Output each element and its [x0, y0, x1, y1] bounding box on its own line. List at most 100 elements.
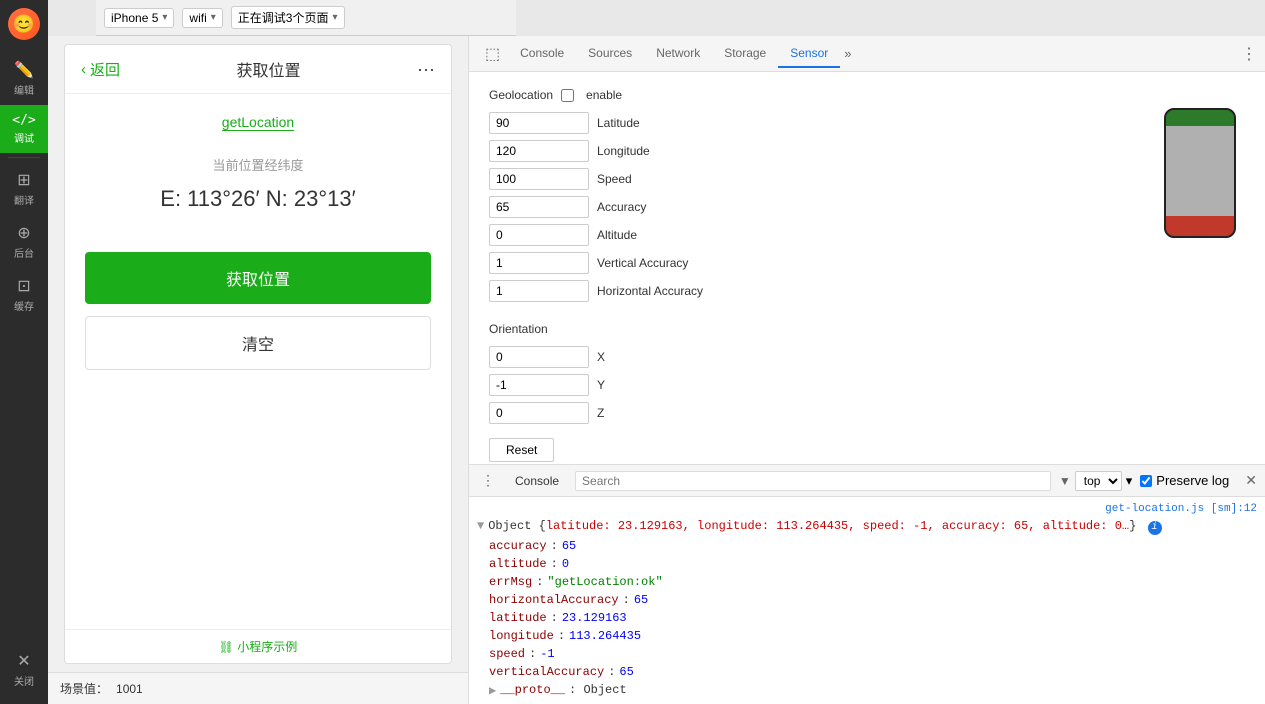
x-input[interactable] — [489, 346, 589, 368]
main-area: iPhone 5 ▾ wifi ▾ 正在调试3个页面 ▾ ‹ 返回 获取位置 — [48, 0, 1265, 704]
filter-icon: ▼ — [1059, 474, 1071, 488]
console-close-button[interactable]: ✕ — [1245, 472, 1257, 489]
z-row: Z — [489, 402, 1115, 424]
longitude-label: Longitude — [597, 144, 697, 158]
log-altitude: altitude: 0 — [469, 555, 1265, 573]
y-row: Y — [489, 374, 1115, 396]
phone-visual-body — [1164, 108, 1236, 238]
speed-input[interactable] — [489, 168, 589, 190]
console-toolbar: ⋮ Console ▼ top ▾ Preserve log ✕ — [469, 465, 1265, 497]
log-proto: ▶ __proto__: Object — [469, 681, 1265, 700]
phone-visual-bottom — [1166, 216, 1234, 236]
get-location-button[interactable]: 获取位置 — [85, 252, 431, 304]
debug-icon: </> — [12, 113, 35, 128]
console-menu-icon[interactable]: ⋮ — [477, 470, 499, 491]
top-filter-select[interactable]: top — [1075, 471, 1122, 491]
y-label: Y — [597, 378, 697, 392]
log-expand-arrow[interactable]: ▼ — [477, 519, 484, 533]
network-label: wifi — [189, 11, 206, 25]
sidebar-item-cache[interactable]: ⊡ 缓存 — [0, 268, 48, 321]
sidebar-item-label: 关闭 — [14, 673, 34, 688]
devtools-kebab-icon[interactable]: ⋮ — [1241, 46, 1257, 63]
back-button[interactable]: ‹ 返回 — [81, 59, 120, 80]
clear-button[interactable]: 清空 — [85, 316, 431, 370]
phone-footer: ⛓ 小程序示例 — [65, 629, 451, 663]
sidebar-item-edit[interactable]: ✏️ 编辑 — [0, 52, 48, 105]
geolocation-title: Geolocation enable — [489, 88, 1115, 102]
translate-icon: ⊞ — [17, 170, 30, 190]
debug-status[interactable]: 正在调试3个页面 ▾ — [231, 6, 345, 29]
vertical-accuracy-row: Vertical Accuracy — [489, 252, 1115, 274]
sidebar-item-debug[interactable]: </> 调试 — [0, 105, 48, 153]
simulator: ‹ 返回 获取位置 ··· getLocation 当前位置经纬度 E: 113… — [48, 36, 468, 704]
speed-row: Speed — [489, 168, 1115, 190]
tab-sources[interactable]: Sources — [576, 40, 644, 68]
phone-screen: ‹ 返回 获取位置 ··· getLocation 当前位置经纬度 E: 113… — [64, 44, 452, 664]
devtools-tabs: ⬚ Console Sources Network Storage Sensor… — [469, 36, 1265, 72]
longitude-input[interactable] — [489, 140, 589, 162]
topbar: iPhone 5 ▾ wifi ▾ 正在调试3个页面 ▾ — [96, 0, 516, 36]
back-chevron-icon: ‹ — [81, 61, 86, 78]
geolocation-section: Geolocation enable Latitude Longitude — [489, 88, 1115, 302]
tab-network[interactable]: Network — [644, 40, 712, 68]
devtools-icon-cursor[interactable]: ⬚ — [477, 40, 508, 68]
tab-more[interactable]: » — [840, 42, 855, 65]
scene-value: 1001 — [116, 682, 143, 696]
log-latitude: latitude: 23.129163 — [469, 609, 1265, 627]
phone-visual-top — [1166, 110, 1234, 126]
enable-checkbox[interactable] — [561, 89, 574, 102]
preserve-log-checkbox[interactable] — [1140, 475, 1152, 487]
log-line-main: ▼ Object {latitude: 23.129163, longitude… — [469, 517, 1265, 537]
console-content: get-location.js [sm]:12 ▼ Object {latitu… — [469, 497, 1265, 704]
sidebar-item-backend[interactable]: ⊕ 后台 — [0, 215, 48, 268]
device-selector[interactable]: iPhone 5 ▾ — [104, 8, 174, 28]
page-title: 获取位置 — [237, 57, 301, 81]
altitude-input[interactable] — [489, 224, 589, 246]
accuracy-input[interactable] — [489, 196, 589, 218]
get-location-link[interactable]: getLocation — [222, 114, 294, 131]
y-input[interactable] — [489, 374, 589, 396]
x-label: X — [597, 350, 697, 364]
log-info-icon[interactable]: i — [1148, 521, 1162, 535]
log-main-text: Object {latitude: 23.129163, longitude: … — [488, 519, 1161, 535]
device-label: iPhone 5 — [111, 11, 158, 25]
file-reference[interactable]: get-location.js [sm]:12 — [469, 501, 1265, 517]
footer-label: 小程序示例 — [237, 640, 297, 654]
phone-visual — [1155, 108, 1245, 448]
sidebar: 😊 ✏️ 编辑 </> 调试 ⊞ 翻译 ⊕ 后台 ⊡ 缓存 ✕ 关闭 — [0, 0, 48, 704]
tab-sensor[interactable]: Sensor — [778, 40, 840, 68]
reset-button[interactable]: Reset — [489, 438, 554, 462]
z-input[interactable] — [489, 402, 589, 424]
proto-expand-arrow[interactable]: ▶ — [489, 683, 496, 698]
vertical-accuracy-input[interactable] — [489, 252, 589, 274]
console-search-input[interactable] — [575, 471, 1051, 491]
log-horizontal-accuracy: horizontalAccuracy: 65 — [469, 591, 1265, 609]
console-tab-label[interactable]: Console — [507, 470, 567, 492]
vertical-accuracy-label: Vertical Accuracy — [597, 256, 697, 270]
phone-content: getLocation 当前位置经纬度 E: 113°26′ N: 23°13′… — [65, 94, 451, 629]
phone-visual-screen — [1166, 126, 1234, 216]
phone-nav: ‹ 返回 获取位置 ··· — [65, 45, 451, 94]
orientation-title: Orientation — [489, 322, 1115, 336]
tab-console[interactable]: Console — [508, 40, 576, 68]
altitude-label: Altitude — [597, 228, 697, 242]
log-vertical-accuracy: verticalAccuracy: 65 — [469, 663, 1265, 681]
tab-storage[interactable]: Storage — [712, 40, 778, 68]
more-button[interactable]: ··· — [417, 59, 435, 80]
latitude-input[interactable] — [489, 112, 589, 134]
sidebar-item-label: 翻译 — [14, 192, 34, 207]
speed-label: Speed — [597, 172, 697, 186]
orientation-section: Orientation X Y Z — [489, 322, 1115, 462]
back-label: 返回 — [90, 59, 120, 80]
horizontal-accuracy-input[interactable] — [489, 280, 589, 302]
sidebar-item-translate[interactable]: ⊞ 翻译 — [0, 162, 48, 215]
sidebar-item-label: 缓存 — [14, 298, 34, 313]
location-label: 当前位置经纬度 — [212, 155, 303, 174]
network-selector[interactable]: wifi ▾ — [182, 8, 222, 28]
debug-dropdown-arrow: ▾ — [332, 12, 337, 23]
avatar[interactable]: 😊 — [8, 8, 40, 40]
horizontal-accuracy-row: Horizontal Accuracy — [489, 280, 1115, 302]
preserve-log-label: Preserve log — [1156, 473, 1229, 488]
devtools-panel: ⬚ Console Sources Network Storage Sensor… — [468, 36, 1265, 704]
sidebar-item-close[interactable]: ✕ 关闭 — [0, 643, 48, 696]
